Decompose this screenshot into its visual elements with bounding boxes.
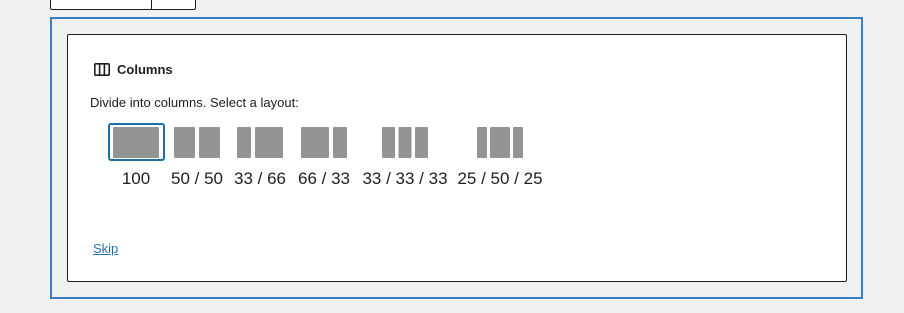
toolbar-separator [151,0,152,9]
variation-50-50[interactable]: 50 / 50 [166,123,228,189]
variation-label: 25 / 50 / 25 [457,169,543,188]
variation-100-button[interactable] [107,123,165,161]
columns-placeholder: Columns Divide into columns. Select a la… [67,34,847,282]
block-title: Columns [117,62,173,77]
layout-33-33-33-icon [382,126,428,158]
variation-25-50-25[interactable]: 25 / 50 / 25 [454,123,546,189]
layout-50-50-icon [174,126,220,158]
variation-label: 100 [121,169,151,188]
variation-33-33-33[interactable]: 33 / 33 / 33 [356,123,454,189]
layout-66-33-icon [301,126,347,158]
columns-icon [94,63,110,76]
variation-66-33[interactable]: 66 / 33 [292,123,356,189]
variation-66-33-button[interactable] [296,123,353,161]
variation-50-50-button[interactable] [169,123,226,161]
variation-label: 66 / 33 [298,169,350,188]
placeholder-label: Columns [94,62,173,77]
layout-100-icon [113,126,159,158]
variation-100[interactable]: 100 [106,123,166,189]
layout-instructions: Divide into columns. Select a layout: [90,95,299,110]
variation-33-66[interactable]: 33 / 66 [228,123,292,189]
variation-33-66-button[interactable] [232,123,289,161]
skip-link[interactable]: Skip [93,241,118,256]
variation-label: 33 / 66 [234,169,286,188]
layout-25-50-25-icon [477,126,523,158]
variation-25-50-25-button[interactable] [472,123,529,161]
block-toolbar [50,0,196,10]
variation-33-33-33-button[interactable] [377,123,434,161]
layout-33-66-icon [237,126,283,158]
layout-variations: 100 50 / 50 33 / 66 66 / 33 33 / 33 / 33… [106,123,546,189]
variation-label: 33 / 33 / 33 [362,169,448,188]
variation-label: 50 / 50 [171,169,223,188]
